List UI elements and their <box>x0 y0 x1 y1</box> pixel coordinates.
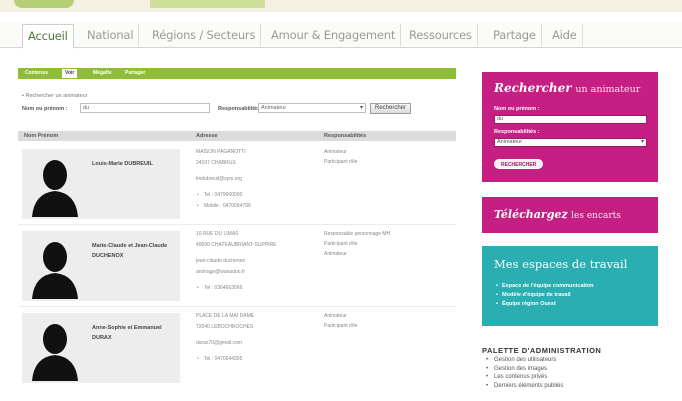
member-responsibilities: Responsable personnage MH Participant rô… <box>324 231 391 257</box>
tab-accueil[interactable]: Accueil <box>22 24 74 49</box>
workspaces-list: Espace de l'équipe communication Modèle … <box>496 282 593 309</box>
subtab-contenus[interactable]: Contenus <box>22 69 51 78</box>
subtab-partager[interactable]: Partager <box>122 69 148 78</box>
member-email[interactable]: durax70@gmail.com <box>196 338 336 349</box>
responsabilites-label: Responsabilités : <box>218 106 264 112</box>
admin-link[interactable]: Gestion des utilisateurs <box>486 356 563 365</box>
tab-national[interactable]: National <box>82 24 140 46</box>
header-strip <box>0 0 682 12</box>
workspace-link[interactable]: Espace de l'équipe communication <box>496 282 593 291</box>
main-navigation: Accueil National Régions / Secteurs Amou… <box>0 22 682 49</box>
subtab-megafie[interactable]: Mégafie <box>90 69 115 78</box>
admin-link[interactable]: Derniers éléments publiés <box>486 382 563 391</box>
sidebar-search-box: Rechercher un animateur Nom ou prénom : … <box>482 72 658 182</box>
member-card: Marie-Claude et Jean-Claude DUCHENOX <box>22 231 180 301</box>
member-email[interactable]: lmdubreuil@sym.org <box>196 174 336 185</box>
sidebar-resp-select[interactable]: Animateur ▾ <box>494 138 647 147</box>
avatar-silhouette-icon <box>32 160 78 217</box>
subtab-voir[interactable]: Voir <box>62 69 78 78</box>
search-button[interactable]: Rechercher <box>370 103 412 114</box>
member-name[interactable]: Anne-Sophie et Emmanuel DURAX <box>92 323 180 343</box>
table-row: Anne-Sophie et Emmanuel DURAX PLACE DE L… <box>18 307 456 389</box>
workspace-link[interactable]: Équipe région Ouest <box>496 300 593 309</box>
sidebar-name-input[interactable]: du <box>494 115 647 124</box>
sub-tabs: Contenus Voir Mégafie Partager <box>18 68 456 79</box>
name-input[interactable]: du <box>80 103 210 113</box>
col-nom-prenom[interactable]: Nom Prénom <box>24 133 58 139</box>
admin-palette-list: Gestion des utilisateurs Gestion des ima… <box>486 356 563 390</box>
download-box[interactable]: Téléchargez les encarts <box>482 197 658 233</box>
search-legend: ▪ Rechercher un animateur <box>22 93 88 99</box>
sidebar-search-title: Rechercher un animateur <box>494 81 641 95</box>
workspaces-box: Mes espaces de travail Espace de l'équip… <box>482 246 658 326</box>
site-logo[interactable] <box>14 0 74 8</box>
workspaces-title: Mes espaces de travail <box>494 257 628 271</box>
table-header: Nom Prénom Adresse Responsabilités <box>18 131 456 141</box>
name-label: Nom ou prénom : <box>22 106 68 112</box>
member-name[interactable]: Louis-Marie DUBREUIL <box>92 159 180 169</box>
admin-link[interactable]: Gestion des images <box>486 365 563 374</box>
sidebar-name-label: Nom ou prénom : <box>494 106 540 112</box>
table-row: Marie-Claude et Jean-Claude DUCHENOX 10 … <box>18 225 456 307</box>
member-address: MAISON PAGANOTTI 24107 CHABRUIL lmdubreu… <box>196 147 336 212</box>
sidebar-search-button[interactable]: RECHERCHER <box>494 159 544 169</box>
member-name[interactable]: Marie-Claude et Jean-Claude DUCHENOX <box>92 241 180 261</box>
admin-link[interactable]: Les contenus privés <box>486 373 563 382</box>
member-card: Louis-Marie DUBREUIL <box>22 149 180 219</box>
tab-regions[interactable]: Régions / Secteurs <box>147 24 262 46</box>
member-email[interactable]: animage@wanadoo.fr <box>196 267 336 278</box>
member-responsibilities: Animateur Participant rôle <box>324 313 358 329</box>
tab-ressources[interactable]: Ressources <box>404 24 478 46</box>
table-row: Louis-Marie DUBREUIL MAISON PAGANOTTI 24… <box>18 143 456 225</box>
avatar-silhouette-icon <box>32 242 78 299</box>
avatar-silhouette-icon <box>32 324 78 381</box>
tab-amour-engagement[interactable]: Amour & Engagement <box>266 24 402 46</box>
member-address: 10 RUE DU LIMAS 49000 CHATEAUBRIANT-SUPP… <box>196 229 336 294</box>
sidebar-resp-label: Responsabilités : <box>494 129 540 135</box>
tab-aide[interactable]: Aide <box>547 24 583 46</box>
responsabilites-select[interactable]: Animateur ▾ <box>258 103 366 113</box>
member-card: Anne-Sophie et Emmanuel DURAX <box>22 313 180 383</box>
member-address: PLACE DE LA MAI DAME 72040 LEBOCHROCHES … <box>196 311 336 365</box>
chevron-down-icon: ▾ <box>359 105 363 111</box>
chevron-down-icon: ▾ <box>640 139 644 145</box>
workspace-link[interactable]: Modèle d'équipe de travail <box>496 291 593 300</box>
admin-palette-title: PALETTE D'ADMINISTRATION <box>482 346 602 355</box>
member-responsibilities: Animateur Participant rôle <box>324 149 358 165</box>
col-adresse[interactable]: Adresse <box>196 133 218 139</box>
download-title[interactable]: Téléchargez les encarts <box>494 208 621 221</box>
col-responsabilites[interactable]: Responsabilités <box>324 133 366 139</box>
logo-banner <box>150 0 265 8</box>
tab-partage[interactable]: Partage <box>488 24 542 46</box>
